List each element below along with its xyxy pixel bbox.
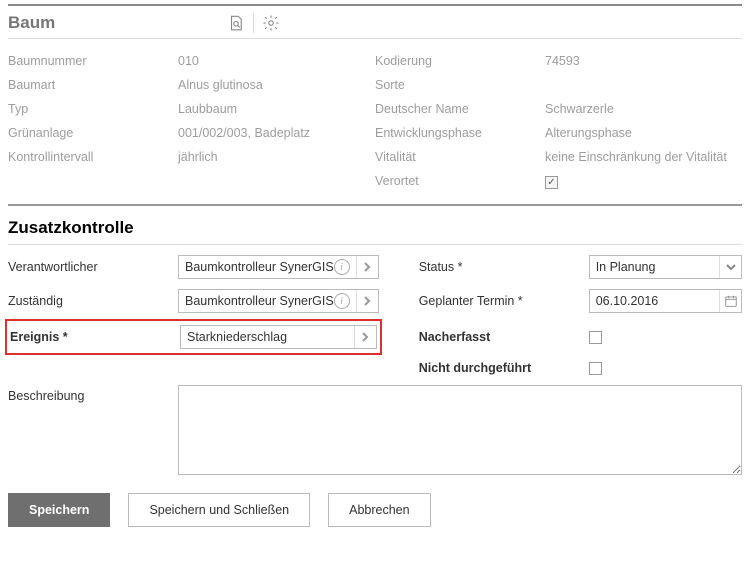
detail-row: Kodierung74593: [375, 49, 742, 73]
picker-zustaendig[interactable]: Baumkontrolleur SynerGIS i: [178, 289, 379, 313]
detail-label: Deutscher Name: [375, 102, 545, 116]
label-zustaendig: Zuständig: [8, 294, 178, 308]
textarea-beschreibung[interactable]: [178, 385, 742, 475]
detail-value: [545, 174, 558, 189]
detail-row: Verortet: [375, 169, 742, 194]
detail-label: Verortet: [375, 174, 545, 189]
detail-value: Laubbaum: [178, 102, 237, 116]
detail-value: Alnus glutinosa: [178, 78, 263, 92]
picker-verantwortlicher[interactable]: Baumkontrolleur SynerGIS i: [178, 255, 379, 279]
document-search-icon[interactable]: [225, 12, 247, 34]
label-nicht-durchgefuehrt: Nicht durchgeführt: [419, 361, 589, 375]
checkbox-readonly-checked: [545, 176, 558, 189]
row-zustaendig: Zuständig Baumkontrolleur SynerGIS i: [8, 289, 379, 313]
detail-row: BaumartAlnus glutinosa: [8, 73, 375, 97]
chevron-right-icon[interactable]: [356, 290, 378, 312]
detail-value: keine Einschränkung der Vitalität: [545, 150, 727, 164]
label-ereignis: Ereignis *: [10, 330, 180, 344]
picker-value: Starkniederschlag: [187, 330, 350, 344]
save-close-button[interactable]: Speichern und Schließen: [128, 493, 310, 527]
detail-value: 001/002/003, Badeplatz: [178, 126, 310, 140]
chevron-right-icon[interactable]: [356, 256, 378, 278]
checkbox-nacherfasst[interactable]: [589, 331, 602, 344]
detail-label: Kontrollintervall: [8, 150, 178, 164]
label-status: Status *: [419, 260, 589, 274]
detail-label: Vitalität: [375, 150, 545, 164]
picker-ereignis[interactable]: Starkniederschlag: [180, 325, 377, 349]
detail-label: Typ: [8, 102, 178, 116]
detail-row: Baumnummer010: [8, 49, 375, 73]
action-bar: Speichern Speichern und Schließen Abbrec…: [8, 493, 742, 527]
detail-label: Grünanlage: [8, 126, 178, 140]
picker-value: Baumkontrolleur SynerGIS: [185, 260, 334, 274]
detail-row: TypLaubbaum: [8, 97, 375, 121]
section-title: Baum: [8, 13, 55, 33]
select-status[interactable]: In Planung: [589, 255, 742, 279]
detail-row: Sorte: [375, 73, 742, 97]
select-value: In Planung: [596, 260, 715, 274]
save-button[interactable]: Speichern: [8, 493, 110, 527]
detail-row: Grünanlage001/002/003, Badeplatz: [8, 121, 375, 145]
detail-value: 74593: [545, 54, 580, 68]
details-grid: Baumnummer010BaumartAlnus glutinosaTypLa…: [8, 39, 742, 206]
row-verantwortlicher: Verantwortlicher Baumkontrolleur SynerGI…: [8, 255, 379, 279]
cancel-button[interactable]: Abbrechen: [328, 493, 430, 527]
picker-value: Baumkontrolleur SynerGIS: [185, 294, 334, 308]
detail-value: Alterungsphase: [545, 126, 632, 140]
detail-row: Vitalitätkeine Einschränkung der Vitalit…: [375, 145, 742, 169]
detail-label: Baumnummer: [8, 54, 178, 68]
date-input-termin[interactable]: 06.10.2016: [589, 289, 742, 313]
label-nacherfasst: Nacherfasst: [419, 330, 589, 344]
row-nacherfasst: Nacherfasst: [419, 323, 742, 351]
checkbox-nicht-durchgefuehrt[interactable]: [589, 362, 602, 375]
calendar-icon[interactable]: [719, 290, 741, 312]
detail-label: Kodierung: [375, 54, 545, 68]
detail-row: Kontrollintervalljährlich: [8, 145, 375, 169]
row-nicht-durchgefuehrt: Nicht durchgeführt: [419, 361, 742, 375]
info-icon[interactable]: i: [334, 293, 350, 309]
detail-row: Deutscher NameSchwarzerle: [375, 97, 742, 121]
label-beschreibung: Beschreibung: [8, 385, 178, 475]
label-verantwortlicher: Verantwortlicher: [8, 260, 178, 274]
chevron-down-icon[interactable]: [719, 256, 741, 278]
row-ereignis-highlighted: Ereignis * Starkniederschlag: [5, 319, 382, 355]
row-beschreibung: Beschreibung: [8, 385, 742, 475]
row-termin: Geplanter Termin * 06.10.2016: [419, 289, 742, 313]
row-status: Status * In Planung: [419, 255, 742, 279]
toolbar-separator: [253, 13, 254, 33]
detail-label: Baumart: [8, 78, 178, 92]
chevron-right-icon[interactable]: [354, 326, 376, 348]
label-termin: Geplanter Termin *: [419, 294, 589, 308]
gear-icon[interactable]: [260, 12, 282, 34]
detail-value: 010: [178, 54, 199, 68]
section-title-zusatzkontrolle: Zusatzkontrolle: [8, 218, 742, 238]
detail-value: jährlich: [178, 150, 218, 164]
info-icon[interactable]: i: [334, 259, 350, 275]
date-value: 06.10.2016: [596, 294, 715, 308]
detail-label: Entwicklungsphase: [375, 126, 545, 140]
detail-value: Schwarzerle: [545, 102, 614, 116]
detail-row: EntwicklungsphaseAlterungsphase: [375, 121, 742, 145]
detail-label: Sorte: [375, 78, 545, 92]
section-header-baum: Baum: [8, 6, 742, 39]
form-zusatzkontrolle: Verantwortlicher Baumkontrolleur SynerGI…: [8, 244, 742, 475]
